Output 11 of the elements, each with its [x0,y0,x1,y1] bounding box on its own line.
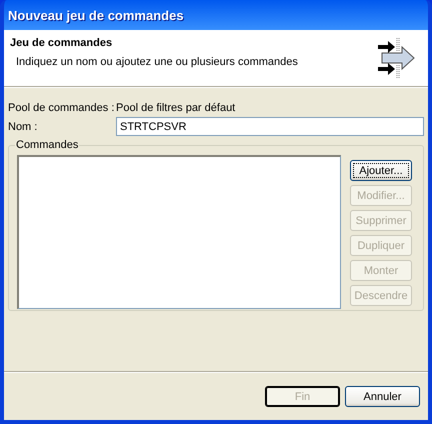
page-description: Indiquez un nom ou ajoutez une ou plusieurs commandes [15,56,299,68]
group-title: Commandes [15,139,80,151]
name-label: Nom : [8,120,38,132]
window-title: Nouveau jeu de commandes [8,8,184,22]
pool-value: Pool de filtres par défaut [116,102,236,114]
name-field[interactable]: STRTCPSVR [116,117,424,136]
command-button[interactable]: Ajouter... [350,160,412,181]
dialog-button[interactable]: Annuler [345,386,420,407]
commands-list[interactable] [17,155,341,309]
page-title: Jeu de commandes [10,37,114,49]
pool-label: Pool de commandes : [8,102,116,114]
